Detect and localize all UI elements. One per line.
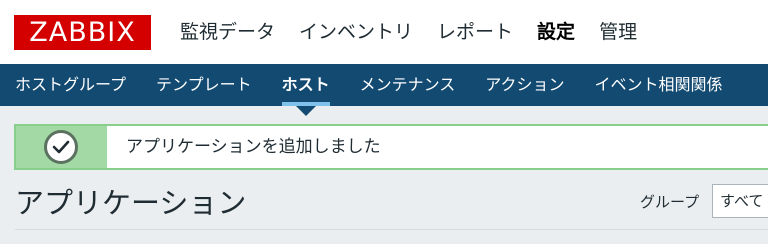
- sub-menu: ホストグループ テンプレート ホスト メンテナンス アクション イベント相関関係: [0, 64, 738, 106]
- success-message: アプリケーションを追加しました: [14, 124, 768, 170]
- sub-menu-event-correlation[interactable]: イベント相関関係: [579, 64, 737, 106]
- sub-menu-bar: ホストグループ テンプレート ホスト メンテナンス アクション イベント相関関係: [0, 64, 768, 106]
- sub-menu-hosts[interactable]: ホスト: [267, 64, 345, 106]
- group-filter-label: グループ: [640, 193, 700, 211]
- success-message-text: アプリケーションを追加しました: [126, 137, 381, 157]
- sub-menu-maintenance[interactable]: メンテナンス: [345, 64, 471, 106]
- zabbix-logo[interactable]: ZABBIX: [14, 15, 151, 50]
- divider: [15, 229, 768, 230]
- sub-menu-templates[interactable]: テンプレート: [141, 64, 267, 106]
- check-mark-glyph: [52, 140, 70, 154]
- main-menu-reports[interactable]: レポート: [425, 0, 525, 64]
- group-select[interactable]: すべて: [712, 184, 768, 218]
- check-icon: [44, 130, 78, 164]
- main-menu-administration[interactable]: 管理: [587, 0, 649, 64]
- main-menu-configuration[interactable]: 設定: [525, 0, 587, 64]
- active-menu-pointer: [296, 106, 316, 116]
- sub-menu-host-groups[interactable]: ホストグループ: [0, 64, 141, 106]
- main-menu: 監視データ インベントリ レポート 設定 管理: [168, 0, 649, 64]
- page-title: アプリケーション: [15, 186, 247, 220]
- main-menu-monitoring[interactable]: 監視データ: [168, 0, 287, 64]
- top-header: ZABBIX 監視データ インベントリ レポート 設定 管理: [0, 0, 768, 64]
- sub-menu-actions[interactable]: アクション: [470, 64, 579, 106]
- success-icon-box: [16, 126, 107, 168]
- main-menu-inventory[interactable]: インベントリ: [287, 0, 425, 64]
